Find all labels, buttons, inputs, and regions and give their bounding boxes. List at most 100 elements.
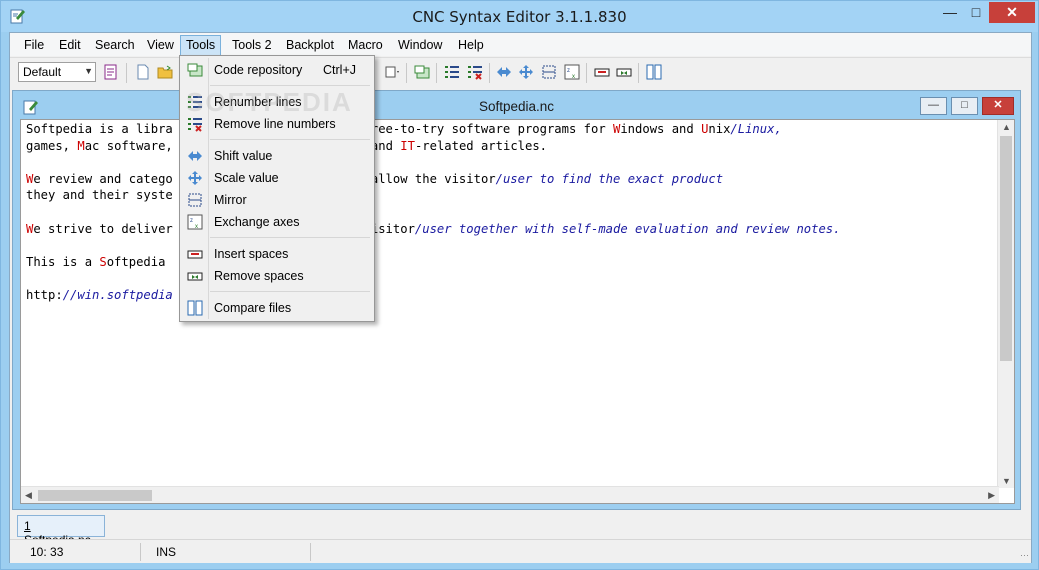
insert-spaces-icon[interactable] xyxy=(594,64,610,80)
menu-item-shortcut: Ctrl+J xyxy=(323,63,356,77)
menu-help[interactable]: Help xyxy=(452,35,490,56)
menu-macro[interactable]: Macro xyxy=(342,35,389,56)
code-line[interactable]: http://win.softpedia xyxy=(26,287,840,304)
renumber-lines-icon[interactable] xyxy=(444,64,460,80)
document-close-button[interactable]: ✕ xyxy=(982,97,1014,115)
code-token: e strive to deliver xyxy=(33,221,173,236)
code-repository-icon xyxy=(187,63,203,77)
menu-search[interactable]: Search xyxy=(89,35,141,56)
shift-value-icon xyxy=(188,151,202,161)
close-button[interactable]: ✕ xyxy=(989,2,1035,23)
mirror-icon[interactable] xyxy=(541,64,557,80)
document-title: Softpedia.nc xyxy=(478,99,555,114)
horizontal-scroll-thumb[interactable] xyxy=(38,490,152,501)
chevron-down-icon: ▼ xyxy=(84,66,93,76)
code-repository-icon[interactable] xyxy=(414,64,430,80)
document-properties-icon[interactable] xyxy=(103,64,119,80)
code-editor[interactable]: Softpedia is a libra e and free-to-try s… xyxy=(20,119,1015,504)
code-line[interactable]: Softpedia is a libra e and free-to-try s… xyxy=(26,121,840,138)
code-line[interactable] xyxy=(26,204,840,221)
tab-index: 1 xyxy=(24,519,31,533)
code-line[interactable] xyxy=(26,154,840,171)
menu-item-compare-files[interactable]: Compare files xyxy=(182,297,372,319)
insert-spaces-icon xyxy=(187,250,203,259)
open-folder-icon[interactable] xyxy=(157,64,173,80)
code-line[interactable]: they and their syste xyxy=(26,187,840,204)
code-token: e review and catego xyxy=(33,171,173,186)
document-minimize-button[interactable]: — xyxy=(920,97,947,115)
menu-file[interactable]: File xyxy=(18,35,50,56)
remove-spaces-icon[interactable] xyxy=(616,64,632,80)
minimize-button[interactable]: — xyxy=(937,2,963,23)
scroll-down-icon[interactable]: ▼ xyxy=(1002,476,1011,486)
menu-backplot[interactable]: Backplot xyxy=(280,35,340,56)
menu-tools-2[interactable]: Tools 2 xyxy=(226,35,278,56)
menu-separator xyxy=(210,291,370,292)
dropdown-arrow-icon[interactable] xyxy=(385,64,401,80)
resize-grip-icon[interactable]: ⋯ xyxy=(1020,550,1029,561)
document-title-bar[interactable]: Softpedia.nc — □ ✕ xyxy=(13,91,1020,121)
code-token: nix xyxy=(708,122,731,136)
vertical-scrollbar[interactable]: ▲ ▼ xyxy=(997,120,1014,488)
menu-view[interactable]: View xyxy=(141,35,180,56)
menu-item-mirror[interactable]: Mirror xyxy=(182,189,372,211)
menu-window[interactable]: Window xyxy=(392,35,448,56)
code-text[interactable]: Softpedia is a libra e and free-to-try s… xyxy=(26,121,840,304)
menu-item-label: Exchange axes xyxy=(214,215,300,229)
menu-item-code-repository[interactable]: Code repository Ctrl+J xyxy=(182,59,372,81)
code-token: //win.softpedia xyxy=(62,287,173,302)
scroll-up-icon[interactable]: ▲ xyxy=(1002,122,1011,132)
watermark: SOFTPEDIA xyxy=(186,87,353,117)
vertical-scroll-thumb[interactable] xyxy=(1000,136,1012,361)
remove-line-numbers-icon[interactable] xyxy=(467,64,483,80)
scroll-right-icon[interactable]: ▶ xyxy=(988,490,995,501)
scroll-left-icon[interactable]: ◀ xyxy=(25,490,32,501)
toolbar-separator xyxy=(586,63,587,83)
toolbar-separator xyxy=(436,63,437,83)
shift-value-icon[interactable] xyxy=(496,64,512,80)
code-token: /user together with self-made evaluation… xyxy=(414,221,841,236)
code-token: /Linux, xyxy=(730,122,782,136)
code-line[interactable]: We strive to deliver to the visitor/user… xyxy=(26,221,840,238)
code-token: ac software, xyxy=(84,138,173,153)
menu-edit[interactable]: Edit xyxy=(53,35,87,56)
menu-item-label: Insert spaces xyxy=(214,247,289,261)
horizontal-scrollbar[interactable]: ◀ ▶ xyxy=(21,486,999,503)
code-line[interactable] xyxy=(26,270,840,287)
menu-item-remove-spaces[interactable]: Remove spaces xyxy=(182,265,372,287)
code-token: M xyxy=(77,138,85,153)
cursor-position: 10: 33 xyxy=(30,545,64,559)
code-line[interactable] xyxy=(26,237,840,254)
code-token: IT xyxy=(400,138,415,153)
menu-separator xyxy=(210,139,370,140)
code-line[interactable]: This is a Softpedia xyxy=(26,254,840,271)
window-title: CNC Syntax Editor 3.1.1.830 xyxy=(412,8,627,26)
code-line[interactable]: We review and catego rder to allow the v… xyxy=(26,171,840,188)
menu-item-shift-value[interactable]: Shift value xyxy=(182,145,372,167)
menu-item-insert-spaces[interactable]: Insert spaces xyxy=(182,243,372,265)
menu-item-exchange-axes[interactable]: zx Exchange axes xyxy=(182,211,372,233)
client-area: File Edit Search View Tools Tools 2 Back… xyxy=(9,32,1032,563)
scale-value-icon[interactable] xyxy=(518,64,534,80)
remove-spaces-icon xyxy=(187,272,203,281)
mirror-icon xyxy=(188,193,202,207)
new-file-icon[interactable] xyxy=(135,64,151,80)
exchange-axes-icon[interactable]: zx xyxy=(564,64,580,80)
tab-softpedia-nc[interactable]: 1 Softpedia.nc xyxy=(17,515,105,547)
title-bar[interactable]: CNC Syntax Editor 3.1.1.830 — □ ✕ xyxy=(1,1,1038,32)
code-token: -related articles. xyxy=(414,138,548,153)
menu-item-label: Scale value xyxy=(214,171,279,185)
menu-item-label: Mirror xyxy=(214,193,247,207)
menu-item-scale-value[interactable]: Scale value xyxy=(182,167,372,189)
menu-separator xyxy=(210,85,370,86)
menu-tools[interactable]: Tools xyxy=(180,35,222,56)
document-maximize-button[interactable]: □ xyxy=(951,97,978,115)
compare-files-icon[interactable] xyxy=(646,64,662,80)
maximize-button[interactable]: □ xyxy=(963,2,989,23)
menu-item-label: Code repository xyxy=(214,63,303,77)
remove-line-numbers-icon xyxy=(188,118,202,132)
status-separator xyxy=(310,543,311,561)
style-combo[interactable]: Default ▼ xyxy=(18,62,96,82)
status-bar: 10: 33 INS ⋯ xyxy=(10,539,1031,563)
code-line[interactable]: games, Mac software, devices and IT-rela… xyxy=(26,138,840,155)
